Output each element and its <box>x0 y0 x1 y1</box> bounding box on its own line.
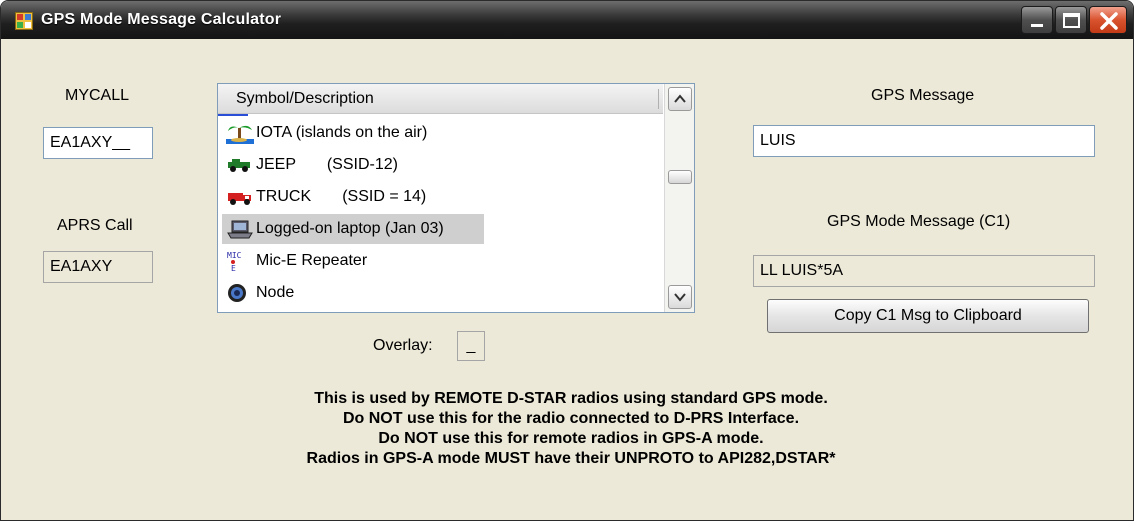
app-window: GPS Mode Message Calculator MYCALL EA1AX… <box>0 0 1134 521</box>
list-item-label: JEEP (SSID-12) <box>256 156 398 173</box>
window-title: GPS Mode Message Calculator <box>41 11 282 28</box>
gps-message-input[interactable]: LUIS <box>753 125 1095 157</box>
jeep-icon <box>228 159 250 172</box>
laptop-icon <box>227 220 253 239</box>
scroll-up-button[interactable] <box>668 87 692 111</box>
close-icon <box>1100 12 1118 30</box>
mycall-input[interactable]: EA1AXY__ <box>43 127 153 159</box>
vertical-scrollbar[interactable] <box>664 84 694 312</box>
list-item-truck[interactable]: TRUCK (SSID = 14) <box>222 182 484 212</box>
main-panel: MYCALL EA1AXY__ APRS Call EA1AXY Symbol/… <box>1 39 1133 520</box>
list-item-label: IOTA (islands on the air) <box>256 124 428 141</box>
gps-message-label: GPS Message <box>871 87 975 104</box>
instructions-text: This is used by REMOTE D-STAR radios usi… <box>201 389 941 469</box>
header-separator <box>658 89 659 109</box>
copy-c1-button[interactable]: Copy C1 Msg to Clipboard <box>767 299 1089 333</box>
palm-tree-icon <box>226 125 254 144</box>
list-item-jeep[interactable]: JEEP (SSID-12) <box>222 150 484 180</box>
chevron-up-icon <box>674 94 686 103</box>
scroll-down-button[interactable] <box>668 285 692 309</box>
minimize-button[interactable] <box>1021 6 1053 34</box>
chevron-down-icon <box>674 293 686 302</box>
list-item-label: Mic-E Repeater <box>256 252 368 269</box>
aprs-call-field: EA1AXY <box>43 251 153 283</box>
note-line-2: Do NOT use this for the radio connected … <box>342 410 800 427</box>
gps-mode-message-label: GPS Mode Message (C1) <box>827 213 1011 230</box>
mic-e-icon: MIC E <box>227 251 242 272</box>
list-column-header[interactable]: Symbol/Description <box>218 84 663 114</box>
svg-text:MIC: MIC <box>227 251 242 260</box>
minimize-icon <box>1031 24 1043 27</box>
list-item-label: Node <box>256 284 295 301</box>
maximize-icon <box>1063 13 1080 28</box>
note-line-3: Do NOT use this for remote radios in GPS… <box>378 430 764 447</box>
maximize-button[interactable] <box>1055 6 1087 34</box>
list-item-laptop[interactable]: Logged-on laptop (Jan 03) <box>222 214 484 244</box>
close-button[interactable] <box>1089 6 1127 34</box>
svg-text:E: E <box>231 264 236 272</box>
title-bar[interactable]: GPS Mode Message Calculator <box>1 1 1133 39</box>
mycall-label: MYCALL <box>65 87 130 104</box>
aprs-call-label: APRS Call <box>57 217 133 234</box>
note-line-4: Radios in GPS-A mode MUST have their UNP… <box>306 450 836 467</box>
symbol-description-header: Symbol/Description <box>236 90 374 107</box>
list-item-label: Logged-on laptop (Jan 03) <box>256 220 444 237</box>
list-item-iota[interactable]: IOTA (islands on the air) <box>222 118 484 148</box>
app-icon <box>15 12 33 30</box>
truck-icon <box>228 193 251 205</box>
overlay-input[interactable]: _ <box>457 331 485 361</box>
scroll-thumb[interactable] <box>668 170 692 184</box>
node-icon <box>228 284 246 302</box>
overlay-label: Overlay: <box>373 337 433 354</box>
header-underline <box>218 114 248 116</box>
list-item-mic-e-repeater[interactable]: MIC E Mic-E Repeater <box>222 246 484 276</box>
list-item-node[interactable]: Node <box>222 278 484 308</box>
gps-mode-message-field: LL LUIS*5A <box>753 255 1095 287</box>
symbol-listbox[interactable]: Symbol/Description IOTA (islands on the … <box>217 83 695 313</box>
note-line-1: This is used by REMOTE D-STAR radios usi… <box>314 390 828 407</box>
list-item-label: TRUCK (SSID = 14) <box>256 188 427 205</box>
